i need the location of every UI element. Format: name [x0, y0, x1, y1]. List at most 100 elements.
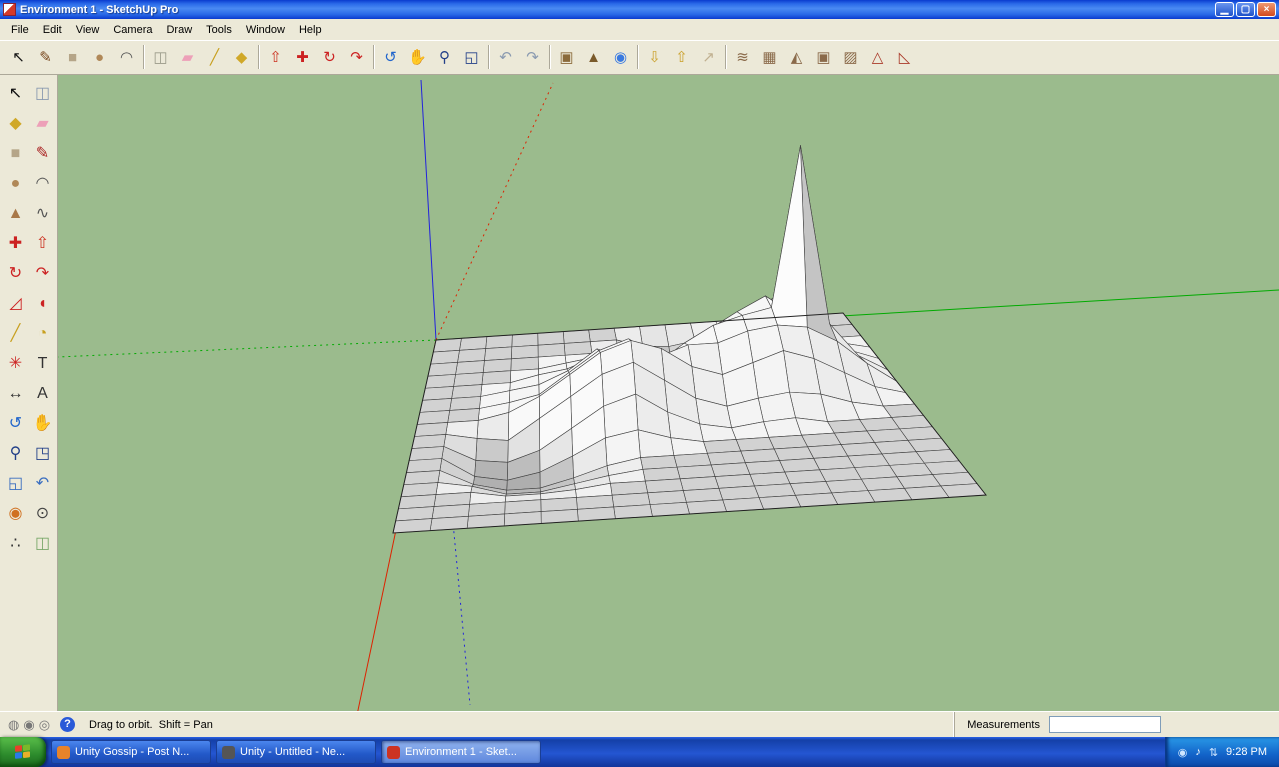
- zoom-extents-tool[interactable]: ◱: [458, 44, 485, 71]
- paint-bucket-tool[interactable]: ◆: [2, 109, 29, 139]
- push-pull-tool[interactable]: ⇧: [29, 229, 56, 259]
- freehand-tool[interactable]: ∿: [29, 199, 56, 229]
- restore-button[interactable]: ▢: [1236, 2, 1255, 17]
- menu-item-window[interactable]: Window: [239, 21, 292, 39]
- menu-item-tools[interactable]: Tools: [199, 21, 239, 39]
- menu-item-edit[interactable]: Edit: [36, 21, 69, 39]
- menu-bar: FileEditViewCameraDrawToolsWindowHelp: [0, 19, 1279, 40]
- rectangle-tool[interactable]: ■: [2, 139, 29, 169]
- orbit-tool[interactable]: ↺: [2, 409, 29, 439]
- previous-view-button[interactable]: ↶: [492, 44, 519, 71]
- arc-tool[interactable]: ◠: [113, 44, 140, 71]
- tape-measure-tool[interactable]: ╱: [201, 44, 228, 71]
- rotate-tool[interactable]: ↻: [316, 44, 343, 71]
- select-tool[interactable]: ↖: [5, 44, 32, 71]
- window-controls: ▁ ▢ ×: [1215, 2, 1276, 17]
- follow-me-tool[interactable]: ↷: [29, 259, 56, 289]
- rectangle-tool[interactable]: ■: [59, 44, 86, 71]
- task-unity-gossip[interactable]: Unity Gossip - Post N...: [51, 740, 211, 764]
- position-camera-tool[interactable]: ◉: [2, 499, 29, 529]
- zoom-tool[interactable]: ⚲: [2, 439, 29, 469]
- sandbox-from-contours-tool-icon: ≋: [736, 50, 749, 65]
- messenger-tray-icon[interactable]: ◉: [1178, 746, 1188, 759]
- make-component-tool[interactable]: ◫: [147, 44, 174, 71]
- sketchup-window: Environment 1 - SketchUp Pro ▁ ▢ × FileE…: [0, 0, 1279, 767]
- next-view-button[interactable]: ↷: [519, 44, 546, 71]
- stamp-tool[interactable]: ▣: [810, 44, 837, 71]
- tray-icons: ◉ ♪ ⇅: [1178, 746, 1218, 759]
- preview-in-google-earth-button[interactable]: ◉: [607, 44, 634, 71]
- protractor-tool-icon: ◔: [38, 326, 48, 342]
- title-bar[interactable]: Environment 1 - SketchUp Pro ▁ ▢ ×: [0, 0, 1279, 19]
- line-tool[interactable]: ✎: [32, 44, 59, 71]
- line-tool[interactable]: ✎: [29, 139, 56, 169]
- eraser-tool[interactable]: ▰: [174, 44, 201, 71]
- share-component-button[interactable]: ↗: [695, 44, 722, 71]
- volume-tray-icon[interactable]: ♪: [1195, 746, 1201, 759]
- share-component-button-icon: ↗: [702, 50, 715, 65]
- menu-item-help[interactable]: Help: [292, 21, 329, 39]
- menu-item-draw[interactable]: Draw: [159, 21, 199, 39]
- toolbar-separator: [373, 45, 374, 69]
- circle-tool[interactable]: ●: [2, 169, 29, 199]
- drape-tool[interactable]: ▨: [837, 44, 864, 71]
- share-model-button[interactable]: ⇧: [668, 44, 695, 71]
- sandbox-from-scratch-tool[interactable]: ▦: [756, 44, 783, 71]
- polygon-tool[interactable]: ▲: [2, 199, 29, 229]
- sandbox-from-contours-tool[interactable]: ≋: [729, 44, 756, 71]
- top-toolbar: ↖ ✎ ■ ● ◠ ◫ ▰ ╱ ◆ ⇧ ✚ ↻: [0, 40, 1279, 75]
- text-tool[interactable]: T: [29, 349, 56, 379]
- smoove-tool[interactable]: ◭: [783, 44, 810, 71]
- toggle-terrain-button[interactable]: ▲: [580, 44, 607, 71]
- move-tool[interactable]: ✚: [289, 44, 316, 71]
- get-models-button[interactable]: ⇩: [641, 44, 668, 71]
- menu-item-file[interactable]: File: [4, 21, 36, 39]
- orbit-tool[interactable]: ↺: [377, 44, 404, 71]
- zoom-window-tool[interactable]: ◳: [29, 439, 56, 469]
- arc-tool[interactable]: ◠: [29, 169, 56, 199]
- zoom-extents-tool[interactable]: ◱: [2, 469, 29, 499]
- axes-tool[interactable]: ✳: [2, 349, 29, 379]
- measurements-box[interactable]: [1049, 716, 1161, 733]
- walk-tool[interactable]: ∴: [2, 529, 29, 559]
- close-button[interactable]: ×: [1257, 2, 1276, 17]
- text-3d-tool[interactable]: A: [29, 379, 56, 409]
- add-detail-tool[interactable]: △: [864, 44, 891, 71]
- zoom-tool[interactable]: ⚲: [431, 44, 458, 71]
- eraser-tool-icon: ▰: [182, 50, 194, 65]
- push-pull-tool[interactable]: ⇧: [262, 44, 289, 71]
- offset-tool[interactable]: ◖: [29, 289, 56, 319]
- pan-tool[interactable]: ✋: [404, 44, 431, 71]
- rotate-tool[interactable]: ↻: [2, 259, 29, 289]
- start-button[interactable]: [0, 737, 46, 767]
- dimension-tool[interactable]: ↔: [2, 379, 29, 409]
- circle-tool[interactable]: ●: [86, 44, 113, 71]
- follow-me-tool[interactable]: ↷: [343, 44, 370, 71]
- task-buttons: Unity Gossip - Post N... Unity - Untitle…: [46, 740, 541, 764]
- make-component-tool[interactable]: ◫: [29, 79, 56, 109]
- network-tray-icon[interactable]: ⇅: [1209, 746, 1218, 759]
- task-unity-editor[interactable]: Unity - Untitled - Ne...: [216, 740, 376, 764]
- minimize-button[interactable]: ▁: [1215, 2, 1234, 17]
- protractor-tool[interactable]: ◔: [29, 319, 56, 349]
- pan-tool[interactable]: ✋: [29, 409, 56, 439]
- section-plane-tool[interactable]: ◫: [29, 529, 56, 559]
- flip-edge-tool[interactable]: ◺: [891, 44, 918, 71]
- select-tool[interactable]: ↖: [2, 79, 29, 109]
- menu-item-camera[interactable]: Camera: [106, 21, 159, 39]
- previous-view-button[interactable]: ↶: [29, 469, 56, 499]
- menu-item-view[interactable]: View: [69, 21, 107, 39]
- scale-tool[interactable]: ◿: [2, 289, 29, 319]
- terrain-model-canvas[interactable]: [58, 75, 1279, 711]
- model-viewport[interactable]: [58, 75, 1279, 711]
- get-current-view-button[interactable]: ▣: [553, 44, 580, 71]
- help-icon[interactable]: ?: [60, 717, 75, 732]
- look-around-tool[interactable]: ⊙: [29, 499, 56, 529]
- paint-bucket-tool[interactable]: ◆: [228, 44, 255, 71]
- move-tool[interactable]: ✚: [2, 229, 29, 259]
- follow-me-tool-icon: ↷: [36, 266, 49, 282]
- task-sketchup[interactable]: Environment 1 - Sket...: [381, 740, 541, 764]
- measurements-section: Measurements: [954, 712, 1161, 737]
- eraser-tool[interactable]: ▰: [29, 109, 56, 139]
- tape-measure-tool[interactable]: ╱: [2, 319, 29, 349]
